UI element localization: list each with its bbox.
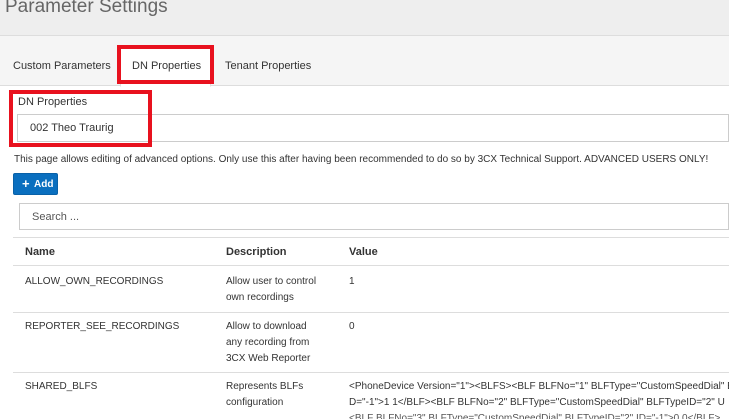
dn-select-value: 002 Theo Traurig bbox=[30, 122, 114, 134]
row-description: Allow user to control own recordings bbox=[226, 274, 326, 306]
add-button-label: Add bbox=[34, 179, 54, 190]
table-top-divider bbox=[13, 237, 729, 238]
search-input[interactable] bbox=[19, 203, 729, 230]
row-description-line: Represents BLFs bbox=[226, 381, 304, 392]
row-value: 1 bbox=[349, 276, 355, 287]
column-header-value[interactable]: Value bbox=[349, 246, 378, 258]
row-description: Represents BLFs configuration bbox=[226, 379, 326, 411]
row-description-line: own recordings bbox=[226, 292, 294, 303]
row-description-line: 3CX Web Reporter bbox=[226, 353, 311, 364]
warning-notice: This page allows editing of advanced opt… bbox=[14, 154, 709, 165]
row-value: 0 bbox=[349, 321, 355, 332]
add-button[interactable]: + Add bbox=[13, 173, 58, 195]
column-header-description[interactable]: Description bbox=[226, 246, 287, 258]
column-header-name[interactable]: Name bbox=[25, 246, 55, 258]
plus-icon: + bbox=[22, 176, 30, 191]
row-description: Allow to download any recording from 3CX… bbox=[226, 319, 326, 367]
page-title: Parameter Settings bbox=[5, 0, 168, 17]
row-value-line: <PhoneDevice Version="1"><BLFS><BLF BLFN… bbox=[349, 381, 729, 392]
tab-dn-properties[interactable]: DN Properties bbox=[132, 58, 201, 86]
row-name: SHARED_BLFS bbox=[25, 381, 98, 392]
table-header-divider bbox=[13, 265, 729, 266]
table-row-divider bbox=[13, 312, 729, 313]
row-value: <PhoneDevice Version="1"><BLFS><BLF BLFN… bbox=[349, 379, 729, 419]
tab-custom-parameters[interactable]: Custom Parameters bbox=[13, 58, 111, 86]
dn-properties-label: DN Properties bbox=[18, 96, 88, 108]
tab-tenant-properties[interactable]: Tenant Properties bbox=[225, 58, 311, 86]
dn-select[interactable]: 002 Theo Traurig bbox=[17, 114, 729, 142]
row-value-line: <BLF BLFNo="3" BLFType="CustomSpeedDial"… bbox=[349, 413, 721, 419]
row-value-line: D="-1">1 1</BLF><BLF BLFNo="2" BLFType="… bbox=[349, 397, 725, 408]
row-name: ALLOW_OWN_RECORDINGS bbox=[25, 276, 164, 287]
row-description-line: configuration bbox=[226, 397, 284, 408]
row-description-line: Allow to download bbox=[226, 321, 307, 332]
row-name: REPORTER_SEE_RECORDINGS bbox=[25, 321, 180, 332]
row-description-line: any recording from bbox=[226, 337, 310, 348]
row-description-line: Allow user to control bbox=[226, 276, 317, 287]
table-row-divider bbox=[13, 372, 729, 373]
